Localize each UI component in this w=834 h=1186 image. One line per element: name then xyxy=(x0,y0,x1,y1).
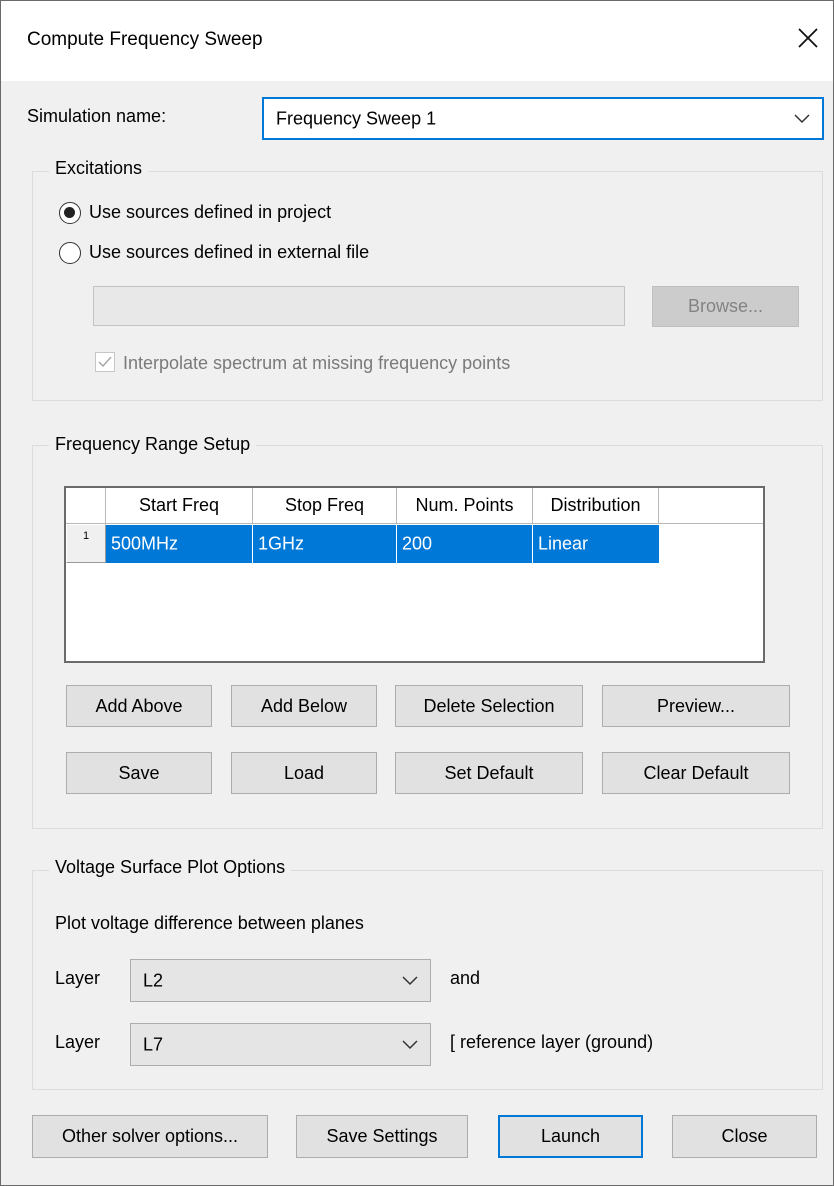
row-index: 1 xyxy=(83,530,90,542)
other-solver-options-button[interactable]: Other solver options... xyxy=(32,1115,268,1158)
add-above-button[interactable]: Add Above xyxy=(66,685,212,727)
column-header-start-freq[interactable]: Start Freq xyxy=(106,488,253,524)
column-header-num-points[interactable]: Num. Points xyxy=(397,488,533,524)
chevron-down-icon xyxy=(794,113,810,123)
window-title: Compute Frequency Sweep xyxy=(27,29,263,50)
radio-selected-dot xyxy=(64,207,75,218)
frequency-range-table[interactable]: Start Freq Stop Freq Num. Points Distrib… xyxy=(64,486,765,663)
column-header-distribution[interactable]: Distribution xyxy=(533,488,659,524)
checkmark-icon xyxy=(98,356,112,368)
layer-select-2[interactable]: L7 xyxy=(130,1023,431,1066)
cell-start-freq-value: 500MHz xyxy=(111,533,179,554)
set-default-button[interactable]: Set Default xyxy=(395,752,583,794)
frequency-range-group-title: Frequency Range Setup xyxy=(49,434,257,455)
excitations-group-title: Excitations xyxy=(49,158,149,179)
add-below-button[interactable]: Add Below xyxy=(231,685,377,727)
layer-select-1-value: L2 xyxy=(143,970,164,990)
close-icon[interactable] xyxy=(793,23,823,53)
layer-select-1[interactable]: L2 xyxy=(130,959,431,1002)
cell-start-freq[interactable]: 500MHz xyxy=(106,525,253,563)
simulation-name-value: Frequency Sweep 1 xyxy=(276,108,437,128)
reference-layer-label: [ reference layer (ground) xyxy=(450,1032,654,1052)
cell-stop-freq[interactable]: 1GHz xyxy=(253,525,397,563)
cell-distribution-value: Linear xyxy=(538,533,589,554)
browse-button[interactable]: Browse... xyxy=(652,286,799,327)
simulation-name-label: Simulation name: xyxy=(27,106,167,126)
chevron-down-icon xyxy=(402,1039,418,1049)
save-button[interactable]: Save xyxy=(66,752,212,794)
voltage-plot-group-title: Voltage Surface Plot Options xyxy=(49,857,292,878)
column-header-empty xyxy=(659,488,763,524)
radio-sources-external[interactable] xyxy=(59,242,81,264)
table-corner-header xyxy=(66,488,106,524)
load-button[interactable]: Load xyxy=(231,752,377,794)
layer-label-1: Layer xyxy=(55,968,101,988)
cell-num-points[interactable]: 200 xyxy=(397,525,533,563)
column-header-stop-freq[interactable]: Stop Freq xyxy=(253,488,397,524)
layer-label-2: Layer xyxy=(55,1032,101,1052)
simulation-name-combo[interactable]: Frequency Sweep 1 xyxy=(262,97,824,140)
launch-button[interactable]: Launch xyxy=(498,1115,643,1158)
cell-num-points-value: 200 xyxy=(402,533,433,554)
interpolate-label: Interpolate spectrum at missing frequenc… xyxy=(123,353,511,373)
radio-sources-project[interactable] xyxy=(59,202,81,224)
cell-stop-freq-value: 1GHz xyxy=(258,533,305,554)
row-header[interactable]: 1 xyxy=(66,524,106,563)
radio-sources-external-label[interactable]: Use sources defined in external file xyxy=(89,242,369,263)
radio-sources-project-label[interactable]: Use sources defined in project xyxy=(89,202,331,223)
title-bar[interactable]: Compute Frequency Sweep xyxy=(1,1,833,81)
dialog-window: Compute Frequency Sweep Simulation name:… xyxy=(0,0,834,1186)
delete-selection-button[interactable]: Delete Selection xyxy=(395,685,583,727)
voltage-description: Plot voltage difference between planes xyxy=(55,913,364,933)
chevron-down-icon xyxy=(402,975,418,985)
save-settings-button[interactable]: Save Settings xyxy=(296,1115,468,1158)
external-file-path-input[interactable] xyxy=(93,286,625,326)
cell-distribution[interactable]: Linear xyxy=(533,525,659,563)
close-button[interactable]: Close xyxy=(672,1115,817,1158)
layer-and-label: and xyxy=(450,968,481,988)
preview-button[interactable]: Preview... xyxy=(602,685,790,727)
layer-select-2-value: L7 xyxy=(143,1034,164,1054)
interpolate-checkbox[interactable] xyxy=(95,352,115,372)
clear-default-button[interactable]: Clear Default xyxy=(602,752,790,794)
